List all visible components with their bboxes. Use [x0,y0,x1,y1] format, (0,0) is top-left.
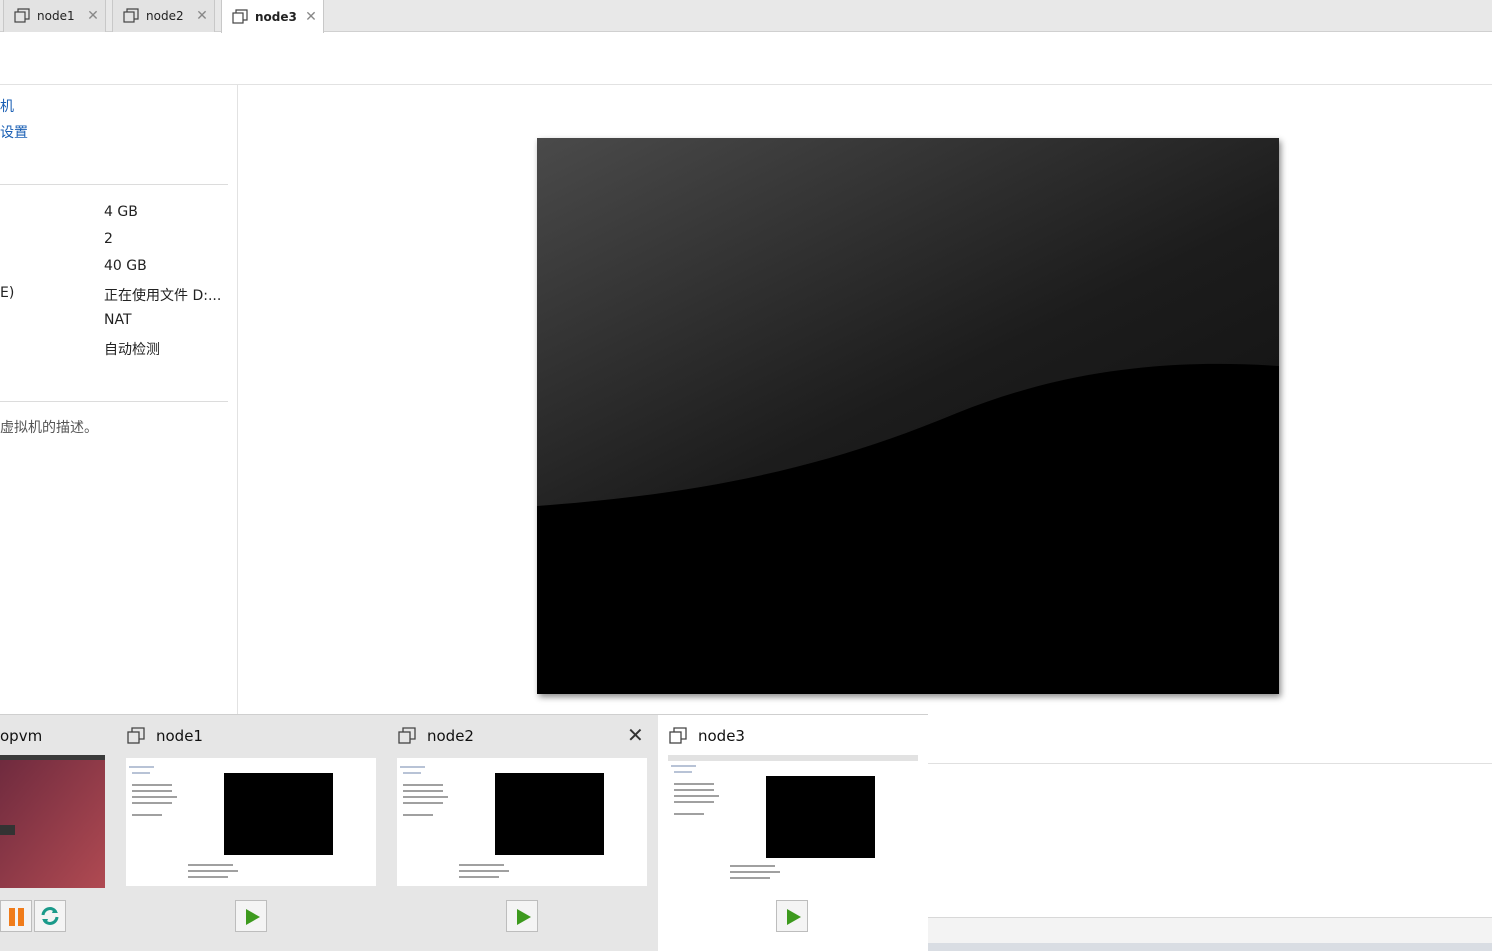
toolbar [0,33,1492,85]
close-icon[interactable]: ✕ [627,725,644,745]
thumbnail-opvm[interactable]: opvm [0,715,116,951]
tab-node2[interactable]: node2 ✕ [112,0,215,32]
thumbnail-label: node2 [427,727,474,745]
thumbnail-screenshot [668,755,918,883]
thumbnail-node1[interactable]: node1 [116,715,386,951]
thumbnail-node2[interactable]: node2 ✕ [387,715,657,951]
device-label-cdrom: E) [0,285,15,301]
tab-label: node1 [37,9,75,23]
vm-window-icon [669,727,687,745]
device-value-network: NAT [104,312,132,328]
play-button[interactable] [776,900,808,932]
device-value-disk: 40 GB [104,258,147,274]
tab-label: node2 [146,9,184,23]
vm-window-icon [127,727,145,745]
device-value-memory: 4 GB [104,204,138,220]
device-value-processors: 2 [104,231,113,247]
play-button[interactable] [235,900,267,932]
power-on-link[interactable]: 机 [0,96,14,116]
play-button[interactable] [506,900,538,932]
vm-thumbnail-switcher: opvm node1 node2 ✕ node3 [0,714,928,951]
thumbnail-screenshot [126,758,376,886]
thumbnail-node3[interactable]: node3 [658,715,928,951]
close-icon[interactable]: ✕ [305,10,317,24]
tab-label: node3 [255,9,297,24]
divider [0,184,228,185]
tab-node3[interactable]: node3 ✕ [221,0,324,33]
thumbnail-label: node3 [698,727,745,745]
pause-button[interactable] [0,900,32,932]
device-value-cdrom: 正在使用文件 D:... [104,288,222,304]
reset-button[interactable] [34,900,66,932]
vm-preview-screen[interactable] [537,138,1279,694]
thumbnail-label: opvm [0,727,43,745]
close-icon[interactable]: ✕ [196,9,208,23]
vm-window-icon [14,8,30,24]
divider [928,763,1492,764]
vm-description[interactable]: 虚拟机的描述。 [0,417,98,437]
thumbnail-screenshot [397,758,647,886]
play-icon [246,909,260,925]
thumbnail-screenshot [0,755,105,888]
tab-node1[interactable]: node1 ✕ [3,0,106,32]
vm-details-panel: 机 设置 4 GB 2 40 GB E) 正在使用文件 D:... NAT 自动… [0,85,238,715]
vm-window-icon [123,8,139,24]
vm-preview-gloss [537,138,1279,694]
play-icon [517,909,531,925]
reset-icon [41,907,59,925]
tab-bar: node1 ✕ node2 ✕ node3 ✕ [0,0,1492,33]
divider [0,401,228,402]
vm-window-icon [232,8,248,25]
play-icon [787,909,801,925]
close-icon[interactable]: ✕ [87,9,99,23]
thumbnail-label: node1 [156,727,203,745]
device-value-usb: 自动检测 [104,342,160,358]
vm-window-icon [398,727,416,745]
edit-settings-link[interactable]: 设置 [0,122,28,142]
